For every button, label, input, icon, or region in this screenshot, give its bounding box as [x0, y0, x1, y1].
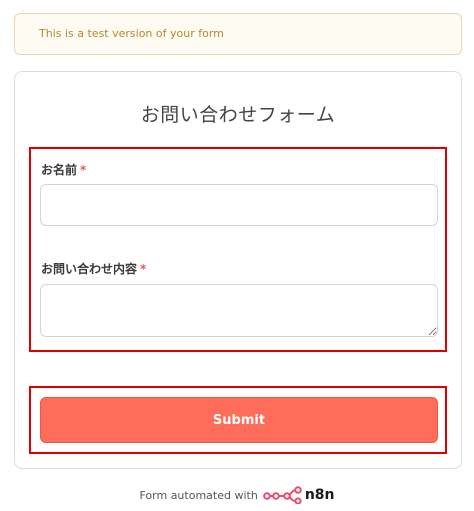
inquiry-textarea[interactable] [40, 284, 438, 337]
footer: Form automated with n8n [0, 485, 474, 505]
name-required-mark: * [80, 163, 87, 177]
inquiry-field-label: お問い合わせ内容 * [41, 260, 146, 277]
submit-highlight-box: Submit [29, 386, 447, 454]
name-field-label-text: お名前 [41, 163, 78, 177]
test-version-banner-text: This is a test version of your form [39, 27, 224, 40]
submit-button[interactable]: Submit [40, 397, 438, 443]
test-version-banner: This is a test version of your form [14, 13, 462, 55]
inquiry-required-mark: * [140, 262, 147, 276]
inquiry-field-label-text: お問い合わせ内容 [41, 262, 138, 276]
fields-highlight-box: お名前 * お問い合わせ内容 * [29, 147, 447, 352]
name-field-label: お名前 * [41, 161, 86, 178]
footer-text: Form automated with [139, 488, 258, 502]
n8n-brand-text: n8n [304, 487, 335, 503]
name-input[interactable] [40, 184, 438, 226]
n8n-logo-icon [263, 486, 302, 504]
n8n-logo-link[interactable]: n8n [263, 486, 335, 504]
form-card: お問い合わせフォーム お名前 * お問い合わせ内容 * Submit [14, 71, 462, 469]
form-title: お問い合わせフォーム [140, 104, 336, 126]
